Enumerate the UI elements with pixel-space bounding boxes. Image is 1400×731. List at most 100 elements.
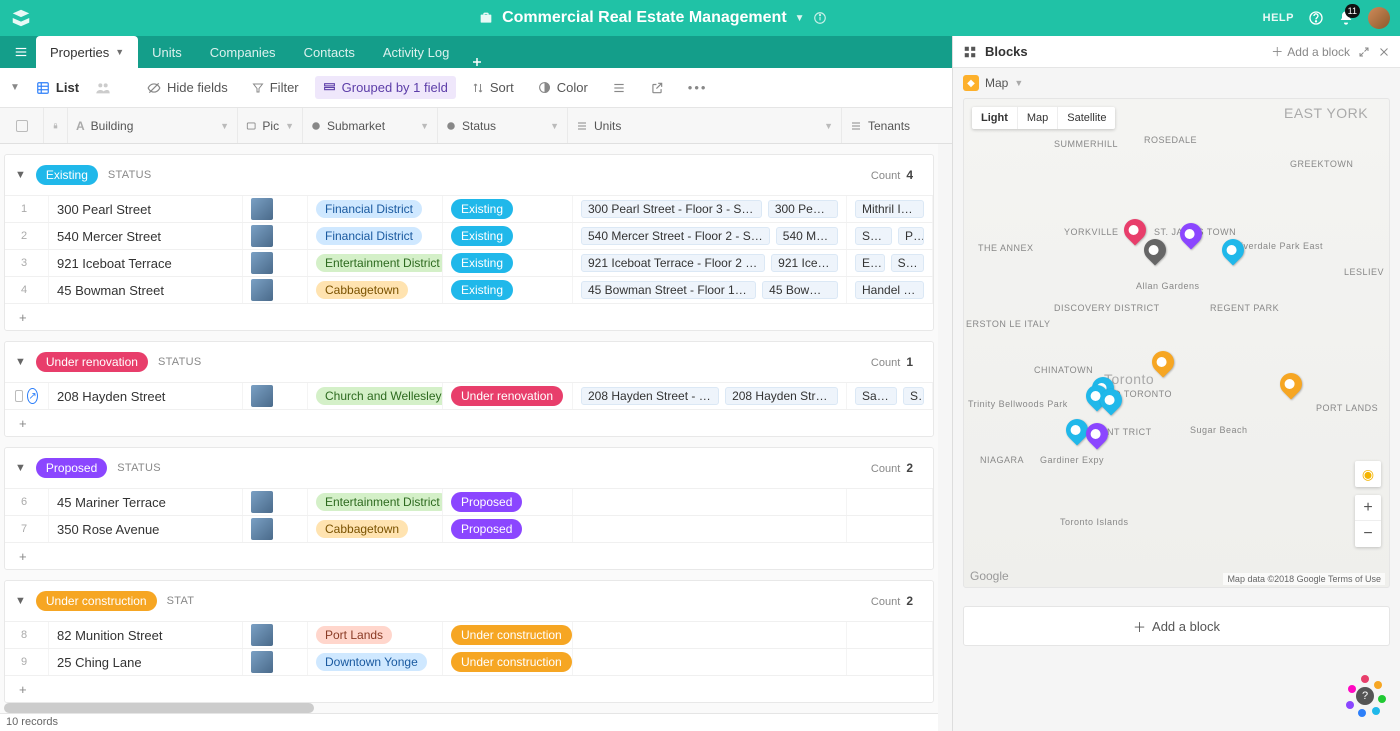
- base-title[interactable]: Commercial Real Estate Management: [502, 9, 787, 27]
- map-type-satellite[interactable]: Satellite: [1058, 107, 1115, 129]
- cell-units[interactable]: 540 Mercer Street - Floor 2 - Suite 2025…: [573, 223, 847, 249]
- cell-units[interactable]: 921 Iceboat Terrace - Floor 2 - Suite 49…: [573, 250, 847, 276]
- block-toolbar[interactable]: ◆ Map ▼: [953, 68, 1400, 98]
- table-row[interactable]: ↗208 Hayden StreetChurch and WellesleyUn…: [5, 382, 933, 409]
- cell-pic[interactable]: [243, 196, 308, 222]
- cell-tenants[interactable]: EnnWeSaurus F: [847, 250, 933, 276]
- column-submarket[interactable]: Submarket▼: [303, 108, 438, 143]
- cell-tenants[interactable]: Snip TeasePress: [847, 223, 933, 249]
- add-row-button[interactable]: +: [5, 303, 933, 330]
- column-pic[interactable]: Pic▼: [238, 108, 303, 143]
- group-header[interactable]: ▼ExistingSTATUSCount 4: [5, 155, 933, 195]
- group-header[interactable]: ▼Under constructionSTATCount 2: [5, 581, 933, 621]
- filter-button[interactable]: Filter: [244, 76, 307, 99]
- cell-pic[interactable]: [243, 489, 308, 515]
- cell-building[interactable]: 82 Munition Street: [49, 622, 243, 648]
- cell-submarket[interactable]: Entertainment District: [308, 489, 443, 515]
- add-block-button[interactable]: ＋ Add a block: [963, 606, 1390, 646]
- column-building[interactable]: ABuilding▼: [68, 108, 238, 143]
- map-type-light[interactable]: Light: [972, 107, 1018, 129]
- cell-building[interactable]: 208 Hayden Street: [49, 383, 243, 409]
- table-row[interactable]: 925 Ching LaneDowntown YongeUnder constr…: [5, 648, 933, 675]
- cell-status[interactable]: Proposed: [443, 489, 573, 515]
- help-icon[interactable]: [1308, 10, 1324, 26]
- chevron-down-icon[interactable]: ▼: [10, 82, 20, 93]
- notifications-icon[interactable]: 11: [1338, 10, 1354, 26]
- horizontal-scrollbar[interactable]: [0, 703, 938, 713]
- table-row[interactable]: 882 Munition StreetPort LandsUnder const…: [5, 621, 933, 648]
- help-link[interactable]: HELP: [1263, 12, 1294, 24]
- cell-building[interactable]: 45 Bowman Street: [49, 277, 243, 303]
- cell-pic[interactable]: [243, 649, 308, 675]
- cell-status[interactable]: Existing: [443, 196, 573, 222]
- cell-units[interactable]: [573, 622, 847, 648]
- cell-tenants[interactable]: Mithril Investment: [847, 196, 933, 222]
- cell-tenants[interactable]: Sakura HotelSai: [847, 383, 933, 409]
- color-button[interactable]: Color: [530, 76, 596, 99]
- cell-status[interactable]: Under construction: [443, 622, 573, 648]
- select-all[interactable]: [0, 108, 44, 143]
- sort-button[interactable]: Sort: [464, 76, 522, 99]
- table-row[interactable]: 1300 Pearl StreetFinancial DistrictExist…: [5, 195, 933, 222]
- group-header[interactable]: ▼ProposedSTATUSCount 2: [5, 448, 933, 488]
- expand-icon[interactable]: [1358, 46, 1370, 58]
- add-table-button[interactable]: [463, 56, 491, 68]
- cell-pic[interactable]: [243, 383, 308, 409]
- cell-status[interactable]: Under renovation: [443, 383, 573, 409]
- cell-tenants[interactable]: [847, 622, 933, 648]
- cell-status[interactable]: Existing: [443, 250, 573, 276]
- help-bubble[interactable]: ?: [1344, 675, 1386, 717]
- column-status[interactable]: Status▼: [438, 108, 568, 143]
- map-pin[interactable]: [1139, 234, 1170, 265]
- cell-building[interactable]: 25 Ching Lane: [49, 649, 243, 675]
- cell-pic[interactable]: [243, 223, 308, 249]
- add-row-button[interactable]: +: [5, 675, 933, 702]
- map-type-selector[interactable]: Light Map Satellite: [972, 107, 1115, 129]
- cell-submarket[interactable]: Entertainment District: [308, 250, 443, 276]
- cell-building[interactable]: 921 Iceboat Terrace: [49, 250, 243, 276]
- menu-icon[interactable]: [6, 36, 36, 68]
- group-header[interactable]: ▼Under renovationSTATUSCount 1: [5, 342, 933, 382]
- cell-submarket[interactable]: Financial District: [308, 196, 443, 222]
- chevron-down-icon[interactable]: ▼: [795, 13, 805, 24]
- cell-tenants[interactable]: [847, 489, 933, 515]
- cell-submarket[interactable]: Cabbagetown: [308, 516, 443, 542]
- cell-status[interactable]: Existing: [443, 277, 573, 303]
- table-row[interactable]: 645 Mariner TerraceEntertainment Distric…: [5, 488, 933, 515]
- cell-pic[interactable]: [243, 516, 308, 542]
- add-row-button[interactable]: +: [5, 409, 933, 436]
- map-pin[interactable]: [1175, 218, 1206, 249]
- cell-submarket[interactable]: Cabbagetown: [308, 277, 443, 303]
- cell-tenants[interactable]: [847, 516, 933, 542]
- table-row[interactable]: 445 Bowman StreetCabbagetownExisting45 B…: [5, 276, 933, 303]
- cell-pic[interactable]: [243, 622, 308, 648]
- row-height-button[interactable]: [604, 77, 634, 99]
- share-view-button[interactable]: [642, 77, 672, 99]
- cell-building[interactable]: 540 Mercer Street: [49, 223, 243, 249]
- group-button[interactable]: Grouped by 1 field: [315, 76, 456, 99]
- tab-properties[interactable]: Properties▼: [36, 36, 138, 68]
- map-pin[interactable]: [1217, 234, 1248, 265]
- cell-tenants[interactable]: Handel & Gretel P: [847, 277, 933, 303]
- hide-fields-button[interactable]: Hide fields: [139, 76, 236, 99]
- pegman-icon[interactable]: ◉: [1355, 461, 1381, 487]
- cell-units[interactable]: 300 Pearl Street - Floor 3 - Suite 30230…: [573, 196, 847, 222]
- info-icon[interactable]: [813, 11, 827, 25]
- view-switcher[interactable]: List: [28, 76, 87, 99]
- column-units[interactable]: Units▼: [568, 108, 842, 143]
- zoom-out-button[interactable]: −: [1355, 521, 1381, 547]
- cell-status[interactable]: Existing: [443, 223, 573, 249]
- cell-submarket[interactable]: Financial District: [308, 223, 443, 249]
- cell-pic[interactable]: [243, 250, 308, 276]
- tab-companies[interactable]: Companies: [196, 36, 290, 68]
- tab-units[interactable]: Units: [138, 36, 196, 68]
- more-button[interactable]: •••: [680, 76, 716, 99]
- cell-units[interactable]: [573, 489, 847, 515]
- cell-units[interactable]: [573, 516, 847, 542]
- tab-contacts[interactable]: Contacts: [290, 36, 369, 68]
- tab-activity-log[interactable]: Activity Log: [369, 36, 463, 68]
- table-row[interactable]: 2540 Mercer StreetFinancial DistrictExis…: [5, 222, 933, 249]
- cell-submarket[interactable]: Downtown Yonge: [308, 649, 443, 675]
- avatar[interactable]: [1368, 7, 1390, 29]
- map-canvas[interactable]: Light Map Satellite EAST YORKSUMMERHILLR…: [963, 98, 1390, 588]
